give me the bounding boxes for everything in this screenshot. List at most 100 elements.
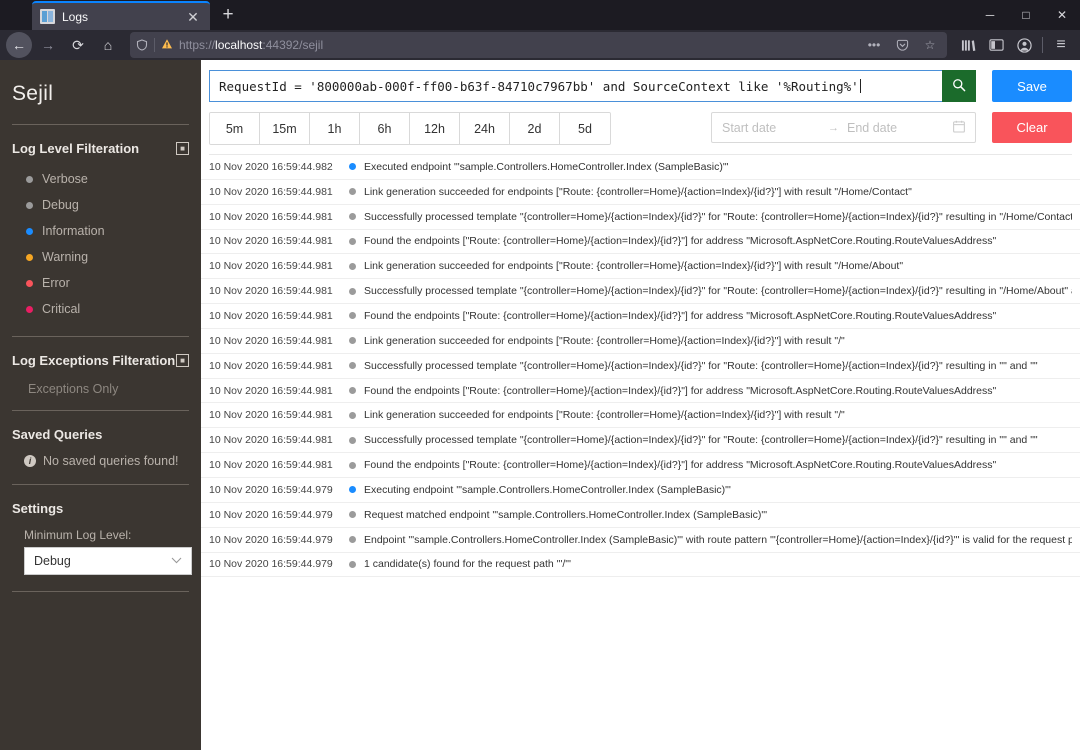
log-row[interactable]: 10 Nov 2020 16:59:44.979 Request matched … — [201, 503, 1080, 528]
log-row[interactable]: 10 Nov 2020 16:59:44.981 Successfully pro… — [201, 428, 1080, 454]
hamburger-menu-icon[interactable]: ≡ — [1048, 32, 1074, 58]
time-range-5d[interactable]: 5d — [560, 113, 610, 144]
log-row[interactable]: 10 Nov 2020 16:59:44.981 Link generation … — [201, 329, 1080, 354]
main-panel: RequestId = '800000ab-000f-ff00-b63f-847… — [201, 60, 1080, 750]
save-button[interactable]: Save — [992, 70, 1072, 102]
log-row[interactable]: 10 Nov 2020 16:59:44.981 Link generation … — [201, 180, 1080, 205]
log-level-list: Verbose Debug Information Warning Error — [12, 162, 189, 336]
log-list[interactable]: 10 Nov 2020 16:59:44.982 Executed endpoin… — [201, 155, 1080, 750]
saved-queries-title: Saved Queries — [12, 427, 103, 442]
tab-close-icon[interactable]: ✕ — [184, 8, 202, 26]
exceptions-only-item[interactable]: Exceptions Only — [12, 374, 189, 410]
log-row[interactable]: 10 Nov 2020 16:59:44.982 Executed endpoin… — [201, 155, 1080, 180]
log-level-item-critical[interactable]: Critical — [12, 296, 189, 322]
log-level-dot-icon — [349, 312, 356, 320]
reload-icon[interactable]: ⟳ — [64, 32, 92, 58]
query-toolbar: RequestId = '800000ab-000f-ff00-b63f-847… — [201, 60, 1080, 155]
log-level-item-warning[interactable]: Warning — [12, 244, 189, 270]
time-range-15m[interactable]: 15m — [260, 113, 310, 144]
log-row[interactable]: 10 Nov 2020 16:59:44.979 1 candidate(s) f… — [201, 553, 1080, 578]
log-level-item-verbose[interactable]: Verbose — [12, 166, 189, 192]
home-icon[interactable]: ⌂ — [94, 32, 122, 58]
favicon-icon — [40, 9, 55, 24]
app-brand: Sejil — [12, 82, 54, 105]
log-row[interactable]: 10 Nov 2020 16:59:44.979 Executing endpoi… — [201, 478, 1080, 503]
log-timestamp: 10 Nov 2020 16:59:44.981 — [209, 235, 333, 248]
log-message: Successfully processed template "{contro… — [364, 434, 1038, 447]
settings-section-header: Settings — [12, 485, 189, 522]
min-log-level-select[interactable]: Debug — [24, 547, 192, 575]
calendar-icon[interactable] — [953, 120, 965, 136]
log-level-dot-icon — [349, 362, 356, 370]
end-date-input[interactable]: End date — [847, 121, 945, 135]
log-level-close-icon[interactable]: ■ — [176, 142, 189, 155]
log-message: Successfully processed template "{contro… — [364, 285, 1072, 298]
log-timestamp: 10 Nov 2020 16:59:44.981 — [209, 260, 333, 273]
log-row[interactable]: 10 Nov 2020 16:59:44.981 Found the endpoi… — [201, 304, 1080, 329]
log-row[interactable]: 10 Nov 2020 16:59:44.981 Found the endpoi… — [201, 453, 1080, 478]
search-button[interactable] — [942, 70, 976, 102]
sidebar-icon[interactable] — [983, 32, 1009, 58]
date-range-picker[interactable]: Start date → End date — [711, 112, 976, 143]
time-range-2d[interactable]: 2d — [510, 113, 560, 144]
log-level-dot-icon — [349, 560, 356, 568]
time-range-6h[interactable]: 6h — [360, 113, 410, 144]
log-timestamp: 10 Nov 2020 16:59:44.981 — [209, 334, 333, 347]
log-timestamp: 10 Nov 2020 16:59:44.981 — [209, 409, 333, 422]
window-maximize-button[interactable]: □ — [1008, 0, 1044, 30]
exceptions-title: Log Exceptions Filteration — [12, 353, 176, 368]
level-dot-icon — [26, 279, 33, 287]
page-actions-icon[interactable]: ••• — [863, 34, 885, 56]
divider — [12, 591, 189, 592]
new-tab-button[interactable]: + — [214, 1, 242, 29]
lock-warning-icon[interactable] — [161, 38, 173, 53]
saved-queries-section-header: Saved Queries — [12, 411, 189, 448]
min-log-level-value: Debug — [34, 554, 71, 568]
log-level-title: Log Level Filteration — [12, 141, 140, 156]
log-row[interactable]: 10 Nov 2020 16:59:44.981 Found the endpoi… — [201, 379, 1080, 404]
min-log-level-select-wrap: Debug — [12, 547, 192, 591]
clear-button[interactable]: Clear — [992, 112, 1072, 143]
browser-window: Logs ✕ + ─ □ ✕ ← → ⟳ ⌂ https://localhost… — [0, 0, 1080, 750]
search-row: RequestId = '800000ab-000f-ff00-b63f-847… — [209, 70, 1072, 102]
window-minimize-button[interactable]: ─ — [972, 0, 1008, 30]
forward-icon[interactable]: → — [34, 32, 62, 58]
window-close-button[interactable]: ✕ — [1044, 0, 1080, 30]
log-row[interactable]: 10 Nov 2020 16:59:44.981 Link generation … — [201, 254, 1080, 280]
back-icon[interactable]: ← — [6, 32, 32, 58]
time-range-5m[interactable]: 5m — [210, 113, 260, 144]
log-level-item-error[interactable]: Error — [12, 270, 189, 296]
url-text: https://localhost:44392/sejil — [179, 38, 324, 52]
time-range-12h[interactable]: 12h — [410, 113, 460, 144]
pocket-icon[interactable] — [891, 34, 913, 56]
log-level-item-debug[interactable]: Debug — [12, 192, 189, 218]
library-icon[interactable] — [955, 32, 981, 58]
log-row[interactable]: 10 Nov 2020 16:59:44.979 Endpoint '"sampl… — [201, 528, 1080, 553]
log-level-dot-icon — [349, 213, 356, 221]
start-date-input[interactable]: Start date — [722, 121, 820, 135]
bookmark-star-icon[interactable]: ☆ — [919, 34, 941, 56]
log-row[interactable]: 10 Nov 2020 16:59:44.981 Successfully pro… — [201, 205, 1080, 230]
time-range-1h[interactable]: 1h — [310, 113, 360, 144]
log-level-section-header: Log Level Filteration ■ — [12, 125, 189, 162]
tab-logs[interactable]: Logs ✕ — [32, 1, 210, 30]
time-range-24h[interactable]: 24h — [460, 113, 510, 144]
window-controls: ─ □ ✕ — [972, 0, 1080, 30]
shield-icon[interactable] — [136, 39, 148, 51]
log-level-dot-icon — [349, 461, 356, 469]
exceptions-close-icon[interactable]: ■ — [176, 354, 189, 367]
log-message: Found the endpoints ["Route: {controller… — [364, 459, 997, 472]
log-timestamp: 10 Nov 2020 16:59:44.981 — [209, 434, 333, 447]
log-level-item-information[interactable]: Information — [12, 218, 189, 244]
search-input[interactable]: RequestId = '800000ab-000f-ff00-b63f-847… — [209, 70, 942, 102]
log-row[interactable]: 10 Nov 2020 16:59:44.981 Found the endpoi… — [201, 230, 1080, 255]
level-dot-icon — [26, 175, 33, 183]
address-bar[interactable]: https://localhost:44392/sejil ••• ☆ — [130, 32, 947, 58]
log-row[interactable]: 10 Nov 2020 16:59:44.981 Successfully pro… — [201, 279, 1080, 305]
log-row[interactable]: 10 Nov 2020 16:59:44.981 Link generation … — [201, 403, 1080, 429]
filter-row: 5m 15m 1h 6h 12h 24h 2d 5d Start date → … — [209, 112, 1072, 145]
log-message: 1 candidate(s) found for the request pat… — [364, 558, 572, 571]
account-icon[interactable] — [1011, 32, 1037, 58]
log-row[interactable]: 10 Nov 2020 16:59:44.981 Successfully pro… — [201, 354, 1080, 379]
